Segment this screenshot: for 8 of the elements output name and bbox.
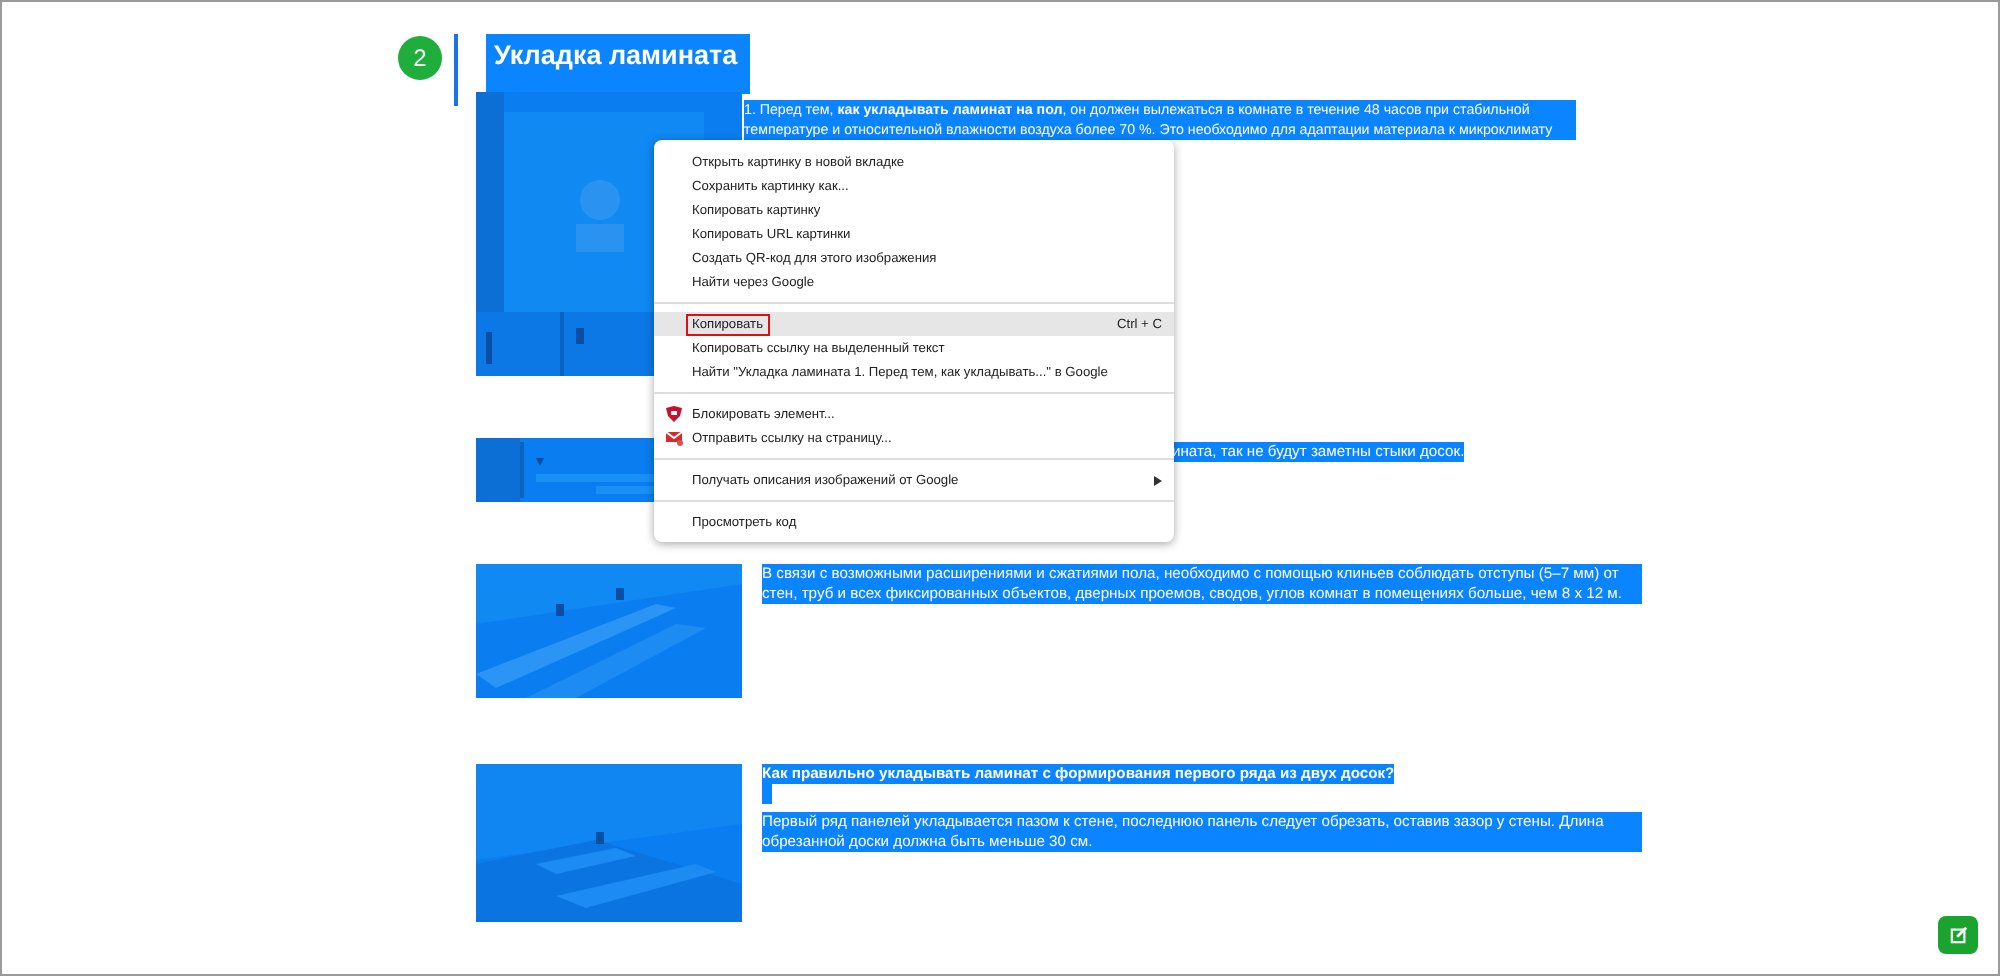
- mail-icon: [666, 430, 684, 446]
- edit-icon: [1949, 926, 1967, 944]
- shield-icon: [666, 406, 682, 422]
- edit-button[interactable]: [1938, 916, 1978, 954]
- step-badge: 2: [398, 36, 442, 80]
- section-title: Укладка ламината: [486, 34, 750, 94]
- submenu-arrow-icon: [1154, 475, 1162, 485]
- selection-highlight: [762, 784, 772, 804]
